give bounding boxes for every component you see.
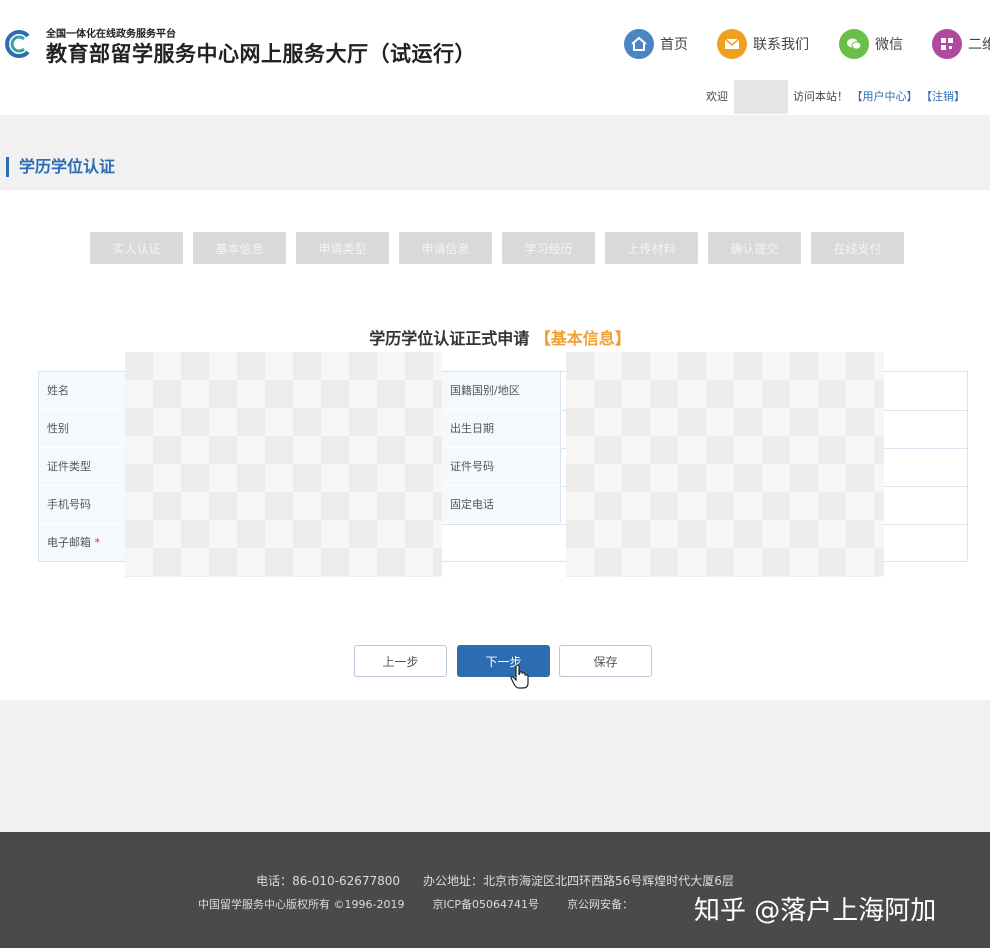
nav-contact[interactable]: 联系我们: [717, 28, 809, 60]
form-title-text: 学历学位认证正式申请: [369, 329, 530, 348]
qrcode-icon: [932, 29, 962, 59]
nationality-label: 国籍国别/地区: [441, 372, 561, 409]
name-label: 姓名: [39, 372, 125, 409]
nav-wechat-label: 微信: [875, 37, 903, 53]
zhihu-watermark: 知乎 @落户上海阿加: [694, 896, 937, 926]
id-type-label: 证件类型: [39, 448, 125, 485]
step-item: 实人认证: [90, 232, 183, 264]
nav-home-label: 首页: [660, 37, 688, 53]
home-icon: [624, 29, 654, 59]
bottom-spacer: [0, 700, 990, 832]
email-label-text: 电子邮箱: [47, 536, 91, 549]
save-button[interactable]: 保存: [559, 645, 652, 677]
nav-contact-label: 联系我们: [753, 37, 809, 53]
step-item: 基本信息: [193, 232, 286, 264]
next-step-button[interactable]: 下一步: [457, 645, 550, 677]
footer-copyright: 中国留学服务中心版权所有 ©1996-2019 京ICP备05064741号 京…: [198, 898, 633, 911]
step-item: 申请类型: [296, 232, 389, 264]
step-item: 在线支付: [811, 232, 904, 264]
welcome-suffix: 访问本站！: [793, 90, 848, 103]
landline-label: 固定电话: [441, 486, 561, 523]
site-footer: 电话：86-010-62677800 办公地址：北京市海淀区北四环西路56号辉煌…: [0, 832, 990, 948]
mobile-label: 手机号码: [39, 486, 125, 523]
form-title-tag: 【基本信息】: [534, 329, 631, 348]
nav-qrcode-label: 二维: [968, 37, 990, 53]
nav-qrcode[interactable]: 二维: [932, 28, 990, 60]
redacted-values-right: [566, 352, 884, 577]
nav-home[interactable]: 首页: [624, 28, 688, 60]
step-progress: 实人认证 基本信息 申请类型 申请信息 学习经历 上传材料 确认提交 在线支付: [90, 232, 904, 264]
hand-cursor-icon: [510, 664, 530, 690]
footer-contact: 电话：86-010-62677800 办公地址：北京市海淀区北四环西路56号辉煌…: [256, 874, 734, 888]
welcome-prefix: 欢迎: [706, 90, 728, 103]
site-header: 全国一体化在线政务服务平台 教育部留学服务中心网上服务大厅（试运行） 首页 联系…: [0, 0, 990, 115]
redacted-values-left: [125, 352, 442, 577]
mail-icon: [717, 29, 747, 59]
form-title: 学历学位认证正式申请 【基本信息】: [0, 325, 990, 349]
gender-label: 性别: [39, 410, 125, 447]
username-redacted: [733, 80, 788, 114]
id-number-label: 证件号码: [441, 448, 561, 485]
logo-icon: [2, 28, 34, 60]
email-label: 电子邮箱 *: [39, 524, 125, 561]
step-item: 确认提交: [708, 232, 801, 264]
birthdate-label: 出生日期: [441, 410, 561, 447]
user-center-link[interactable]: 【用户中心】: [852, 90, 918, 103]
step-item: 学习经历: [502, 232, 595, 264]
section-title: 学历学位认证: [6, 157, 115, 177]
logout-link[interactable]: 【注销】: [921, 90, 965, 103]
required-mark: *: [94, 536, 101, 549]
step-item: 上传材料: [605, 232, 698, 264]
site-title: 教育部留学服务中心网上服务大厅（试运行）: [46, 42, 476, 66]
nav-wechat[interactable]: 微信: [839, 28, 903, 60]
welcome-bar: 欢迎 访问本站！ 【用户中心】 【注销】: [706, 80, 965, 114]
section-band: [0, 115, 990, 190]
prev-step-button[interactable]: 上一步: [354, 645, 447, 677]
wechat-icon: [839, 29, 869, 59]
step-item: 申请信息: [399, 232, 492, 264]
